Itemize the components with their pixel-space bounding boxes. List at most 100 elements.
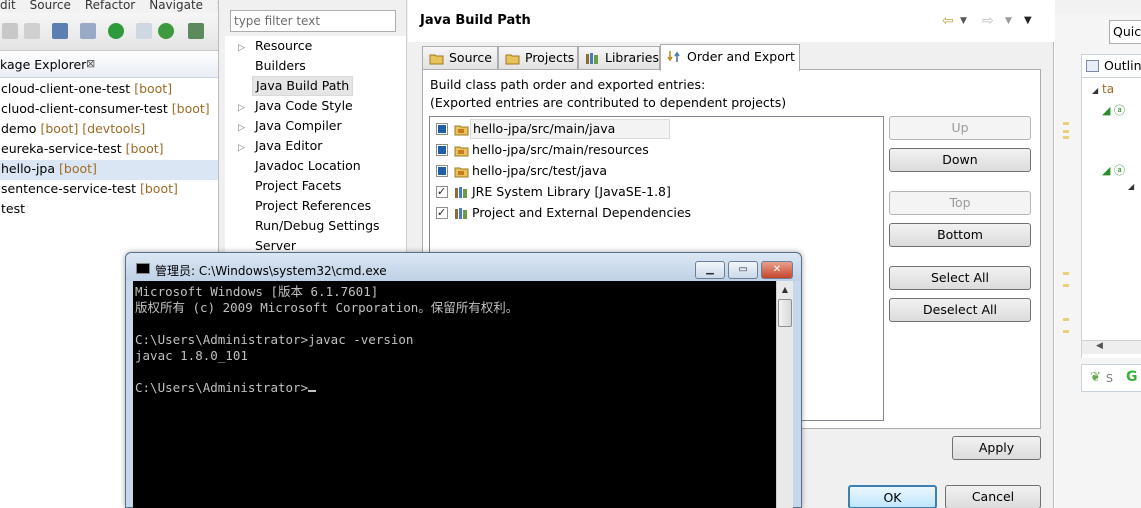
package-explorer-tab[interactable]: kage Explorer ⊠ [0, 51, 218, 78]
nav-label: Project Facets [255, 178, 342, 193]
cmd-titlebar[interactable]: 管理员: C:\Windows\system32\cmd.exe ▁ ▭ ✕ [126, 253, 801, 281]
menu-source[interactable]: Source [30, 0, 71, 12]
chevron-down-icon[interactable]: ▼ [1005, 16, 1012, 26]
entry-label: hello-jpa/src/main/java [470, 119, 671, 139]
filter-input[interactable] [230, 10, 396, 32]
project-item[interactable]: cluod-client-consumer-test [boot] [0, 100, 218, 120]
expand-arrow-icon[interactable]: ▷ [225, 38, 245, 58]
spring-tab-label: S [1106, 372, 1113, 385]
view-menu-icon[interactable]: ▼ [1024, 15, 1032, 26]
deselect-all-button[interactable]: Deselect All [889, 298, 1031, 322]
project-name: sentence-service-test [1, 181, 137, 196]
scroll-thumb[interactable] [778, 299, 792, 327]
project-item[interactable]: eureka-service-test [boot] [0, 140, 218, 160]
close-icon[interactable]: ⊠ [86, 57, 95, 70]
project-decoration: [boot] [140, 181, 178, 196]
ok-button[interactable]: OK [848, 485, 937, 508]
nav-item-java-compiler[interactable]: ▷ Java Compiler [225, 116, 342, 138]
skip-breakpoints-icon[interactable] [80, 23, 96, 39]
nav-label: Java Editor [255, 138, 323, 153]
menu-edit[interactable]: dit [0, 0, 16, 12]
expand-arrow-icon[interactable]: ◢ [1128, 182, 1134, 191]
tab-label: Libraries [605, 50, 659, 65]
outline-item[interactable]: ◢ ta [1092, 82, 1114, 96]
cancel-button[interactable]: Cancel [945, 485, 1041, 508]
nav-item-resource[interactable]: ▷ Resource [225, 36, 312, 58]
nav-label: Java Build Path [252, 76, 354, 96]
top-button[interactable]: Top [889, 191, 1031, 215]
description-note: (Exported entries are contributed to dep… [430, 95, 787, 110]
horizontal-scrollbar[interactable]: ◀ [1082, 340, 1141, 354]
text-cursor [308, 390, 317, 392]
menu-navigate[interactable]: Navigate [149, 0, 203, 12]
save-all-icon[interactable] [2, 23, 18, 39]
library-icon [586, 53, 598, 64]
console-icon[interactable] [52, 23, 68, 39]
chevron-down-icon[interactable]: ▼ [960, 16, 967, 26]
cmd-icon [136, 263, 150, 274]
library-icon [455, 187, 467, 198]
tab-projects[interactable]: Projects [498, 46, 578, 70]
export-checkbox[interactable] [436, 203, 448, 223]
main-toolbar [0, 13, 218, 51]
expand-arrow-icon[interactable]: ▷ [225, 138, 245, 158]
annotation-icon: ◢ ⓐ [1102, 104, 1125, 117]
project-item-selected[interactable]: hello-jpa [boot] [0, 160, 218, 180]
spring-views-tab[interactable]: ❦ S G [1081, 364, 1141, 392]
project-item[interactable]: cloud-client-one-test [boot] [0, 80, 218, 100]
outline-tree: ◢ ta ◢ ⓐ ◢ ⓐ ◢ ◀ [1081, 78, 1141, 358]
scroll-left-icon[interactable]: ◀ [1096, 341, 1103, 351]
up-button[interactable]: Up [889, 116, 1031, 140]
bottom-button[interactable]: Bottom [889, 223, 1031, 247]
outline-tab[interactable]: Outlin [1081, 54, 1141, 78]
project-name: eureka-service-test [1, 141, 122, 156]
close-button[interactable]: ✕ [761, 261, 793, 279]
tab-libraries[interactable]: Libraries [578, 46, 660, 70]
down-button[interactable]: Down [889, 148, 1031, 172]
export-checkbox[interactable] [436, 165, 448, 177]
expand-arrow-icon[interactable]: ▷ [225, 98, 245, 118]
export-checkbox[interactable] [436, 144, 448, 156]
annotation-icon: ◢ ⓐ [1102, 164, 1125, 177]
nav-label: Run/Debug Settings [255, 218, 380, 233]
outline-icon [1086, 60, 1099, 72]
nav-item-java-code-style[interactable]: ▷ Java Code Style [225, 96, 353, 118]
project-item[interactable]: sentence-service-test [boot] [0, 180, 218, 200]
tab-order-and-export[interactable]: Order and Export [660, 44, 800, 71]
run-server-icon[interactable] [108, 23, 124, 39]
tab-source[interactable]: Source [422, 46, 498, 70]
select-all-button[interactable]: Select All [889, 266, 1031, 290]
project-name: cluod-client-consumer-test [1, 101, 168, 116]
project-item[interactable]: demo [boot] [devtools] [0, 120, 218, 140]
project-decoration: [boot] [59, 161, 97, 176]
project-decoration: [boot] [125, 141, 164, 156]
scroll-up-icon[interactable]: ▲ [777, 281, 793, 298]
expand-arrow-icon[interactable]: ▷ [225, 118, 245, 138]
tab-label: Order and Export [687, 49, 795, 64]
browser-icon[interactable] [158, 23, 174, 39]
back-arrow-icon[interactable]: ⇦ [942, 13, 954, 29]
print-icon[interactable] [24, 23, 40, 39]
new-file-icon[interactable] [136, 23, 152, 39]
forward-arrow-icon[interactable]: ⇨ [982, 13, 994, 29]
page-title: Java Build Path [420, 13, 531, 28]
project-folder-icon [505, 54, 520, 65]
debug-icon[interactable] [188, 23, 204, 39]
nav-label: Javadoc Location [255, 158, 361, 173]
gradle-icon[interactable]: G [1126, 369, 1138, 385]
outline-item-label: ta [1101, 82, 1115, 96]
menu-refactor[interactable]: Refactor [85, 0, 135, 12]
project-item[interactable]: test [0, 200, 218, 220]
export-checkbox[interactable] [436, 123, 448, 135]
export-checkbox[interactable] [436, 182, 448, 202]
apply-button[interactable]: Apply [952, 436, 1041, 460]
tab-label: Source [449, 50, 492, 65]
minimize-button[interactable]: ▁ [695, 261, 725, 279]
project-decoration: [boot] [134, 81, 173, 96]
maximize-button[interactable]: ▭ [728, 261, 758, 279]
quick-access-input[interactable]: Quic [1109, 20, 1141, 44]
nav-item-java-editor[interactable]: ▷ Java Editor [225, 136, 322, 158]
console-output[interactable]: Microsoft Windows [版本 6.1.7601] 版权所有 (c)… [133, 281, 776, 508]
cmd-scrollbar[interactable]: ▲ [776, 281, 793, 508]
overview-ruler [1063, 122, 1069, 342]
